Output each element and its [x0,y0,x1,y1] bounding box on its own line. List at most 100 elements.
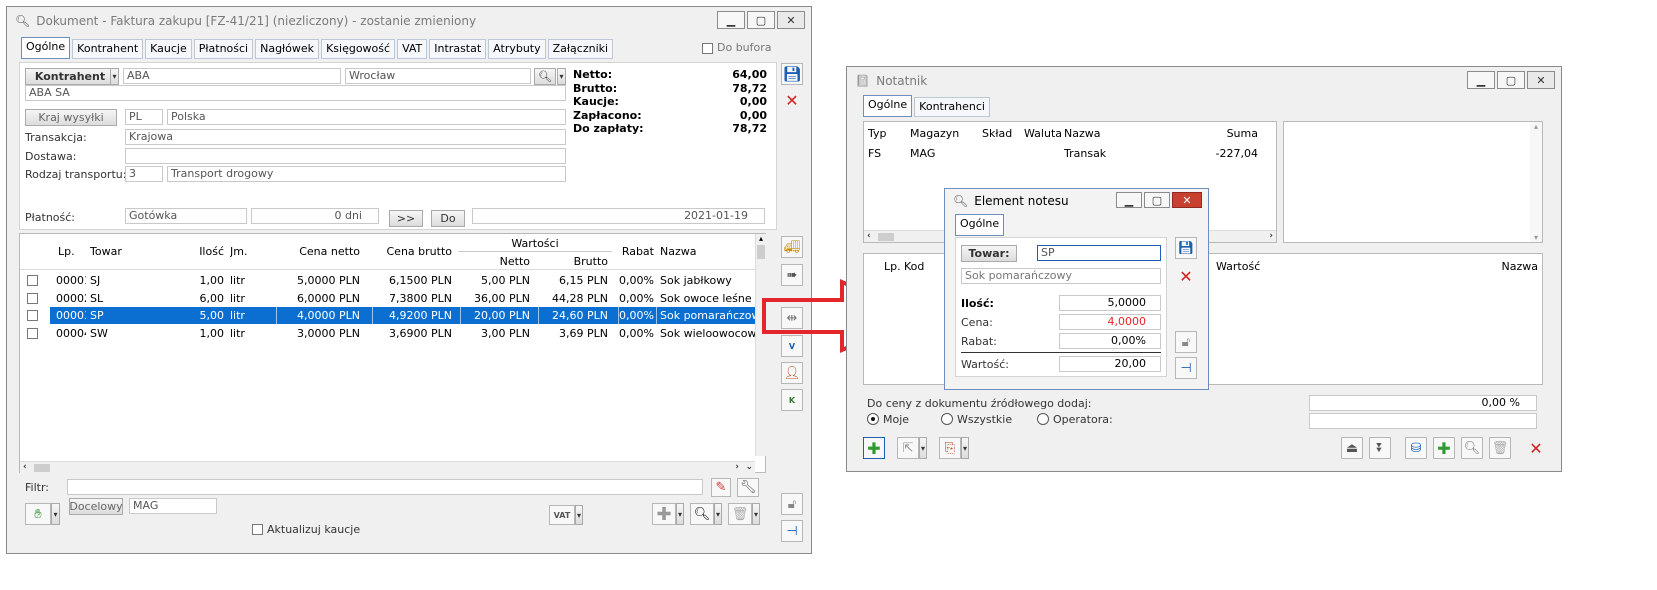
transakcja-select[interactable]: Krajowa [125,129,566,145]
aktualizuj-kaucje-checkbox[interactable] [252,524,263,535]
towar-field[interactable]: SP [1037,245,1161,261]
preview-button[interactable]: 🔍︎ [690,503,714,525]
filter-settings-button[interactable]: 🔧︎ [737,478,759,497]
operator-select[interactable] [1309,413,1537,429]
close-button[interactable]: ✕ [1527,71,1555,89]
save-button[interactable]: 💾︎ [1175,237,1197,259]
dni-field[interactable]: 0 dni [251,208,379,224]
tab-kontrahenci[interactable]: Kontrahenci [914,97,990,117]
vat-button[interactable]: VAT [549,505,575,525]
filtr-input[interactable] [67,479,703,495]
add-note-button[interactable]: ✚ [863,437,885,459]
rodzaj-name-field[interactable]: Transport drogowy [167,166,566,182]
unlock-button[interactable]: 🔓︎ [781,493,803,515]
wartosc-field[interactable]: 20,00 [1059,356,1161,372]
tab-księgowość[interactable]: Księgowość [321,39,396,59]
delete-dropdown[interactable]: ▾ [752,503,760,525]
towar-button[interactable]: Towar: [961,245,1017,262]
delete-button[interactable]: 🗑︎ [728,503,752,525]
next-button[interactable]: >> [389,210,423,227]
minimize-button[interactable]: ▁ [1467,71,1495,89]
table-row[interactable]: 00004 SW 1,00 litr 3,0000 PLN 3,6900 PLN 3,00 … [20,325,756,342]
close-notatnik-button[interactable]: ✕ [1525,437,1547,459]
tab-ogólne[interactable]: Ogólne [863,95,913,117]
cancel-button[interactable]: ✕ [781,89,803,111]
radio-wszystkie[interactable] [941,413,953,425]
search-kontrahent-button[interactable]: 🔍︎ [534,68,556,85]
minimize-button[interactable]: ▁ [717,11,745,29]
docelowy-button[interactable]: Docelowy [69,498,123,515]
move-up-button[interactable]: ⏏︎ [1341,437,1363,459]
clear-filter-button[interactable]: ✎ [711,478,731,497]
save-button[interactable]: 💾︎ [781,63,803,85]
tab-kaucje[interactable]: Kaucje [145,39,192,59]
add-button[interactable]: ✚ [1433,437,1455,459]
contractor-button[interactable]: 👤︎ [781,362,803,384]
pin-button[interactable]: ⊣ [1175,357,1197,379]
kontrahent-button[interactable]: Kontrahent [25,68,115,85]
horizontal-scrollbar[interactable]: ‹ › ⌄ [20,461,755,473]
import-dropdown[interactable]: ▾ [919,437,927,459]
move-down-button[interactable]: ⏬︎ [1369,437,1391,459]
delivery-button[interactable]: 🚚︎ [781,236,803,258]
kraj-code-field[interactable]: PL [125,109,163,125]
tab-nagłówek[interactable]: Nagłówek [255,39,320,59]
kontrahent-name-field[interactable]: ABA SA [25,85,566,101]
rodzaj-code-select[interactable]: 3 [125,166,163,182]
row-checkbox[interactable] [27,327,38,339]
kraj-name-field[interactable]: Polska [167,109,566,125]
add-dropdown[interactable]: ▾ [676,503,684,525]
preview-dropdown[interactable]: ▾ [714,503,722,525]
cancel-button[interactable]: ✕ [1175,265,1197,287]
koz-button[interactable]: K [781,389,803,411]
pct-field[interactable]: 0,00 % [1309,395,1537,411]
tab-załączniki[interactable]: Załączniki [547,39,614,59]
tab-kontrahent[interactable]: Kontrahent [72,39,144,59]
table-row[interactable]: 00002 SL 6,00 litr 6,0000 PLN 7,3800 PLN 36,00… [20,290,755,307]
tab-płatności[interactable]: Płatności [193,39,254,59]
do-bufora-checkbox[interactable] [702,43,713,54]
tab-vat[interactable]: VAT [397,39,428,59]
minimize-button[interactable]: ▁ [1116,192,1142,208]
document-transfer-dropdown[interactable]: ▾ [961,437,969,459]
row-checkbox[interactable] [27,292,38,304]
row-checkbox[interactable] [27,310,38,321]
radio-operatora[interactable] [1037,413,1049,425]
ilosc-field[interactable]: 5,0000 [1059,295,1161,311]
maximize-button[interactable]: ▢ [747,11,775,29]
radio-moje[interactable] [867,413,879,425]
import-button[interactable]: ⇱ [897,437,919,459]
table-row[interactable]: 00001 SJ 1,00 litr 5,0000 PLN 6,1500 PLN 5,00 … [20,272,755,289]
maximize-button[interactable]: ▢ [1497,71,1525,89]
vat-dropdown[interactable]: ▾ [575,505,583,525]
rabat-field[interactable]: 0,00% [1059,333,1161,349]
add-item-dropdown[interactable]: ▾ [51,503,60,525]
tab-ogolne[interactable]: Ogólne [955,214,1005,236]
kontrahent-dropdown[interactable]: ▾ [110,68,119,85]
delete-button[interactable]: 🗑︎ [1489,437,1511,459]
close-button[interactable]: ✕ [777,11,805,29]
date-field[interactable]: 2021-01-19 [472,208,765,224]
tab-intrastat[interactable]: Intrastat [429,39,487,59]
search-button[interactable]: 🔍︎ [1461,437,1483,459]
table-row[interactable]: 00003 SP 5,00 litr 4,0000 PLN 4,9200 PLN 20,00… [20,307,756,324]
bucket-button[interactable]: ⛁ [1405,437,1427,459]
close-button[interactable]: ✕ [1172,192,1202,208]
search-options-dropdown[interactable]: ▾ [557,68,566,85]
mag-select[interactable]: MAG [129,498,217,514]
kontrahent-city-field[interactable]: Wrocław [345,68,531,84]
vertical-scrollbar[interactable]: ▴ ▾ [1530,122,1542,242]
do-button[interactable]: Do [431,210,465,227]
platnosc-select[interactable]: Gotówka [125,208,247,224]
towar-name-field[interactable]: Sok pomarańczowy [961,268,1161,284]
pin-button[interactable]: ⊣ [781,520,803,542]
kraj-wysylki-button[interactable]: Kraj wysyłki [25,109,117,126]
dostawa-select[interactable] [125,148,566,164]
add-button[interactable]: ✚ [652,503,676,525]
tab-atrybuty[interactable]: Atrybuty [488,39,546,59]
unlock-button[interactable]: 🔓︎ [1175,331,1197,353]
maximize-button[interactable]: ▢ [1144,192,1170,208]
cena-field[interactable]: 4,0000 [1059,314,1161,330]
add-item-menu-button[interactable]: ✋︎ [25,503,51,525]
document-transfer-button[interactable]: ⎘ [939,437,961,459]
